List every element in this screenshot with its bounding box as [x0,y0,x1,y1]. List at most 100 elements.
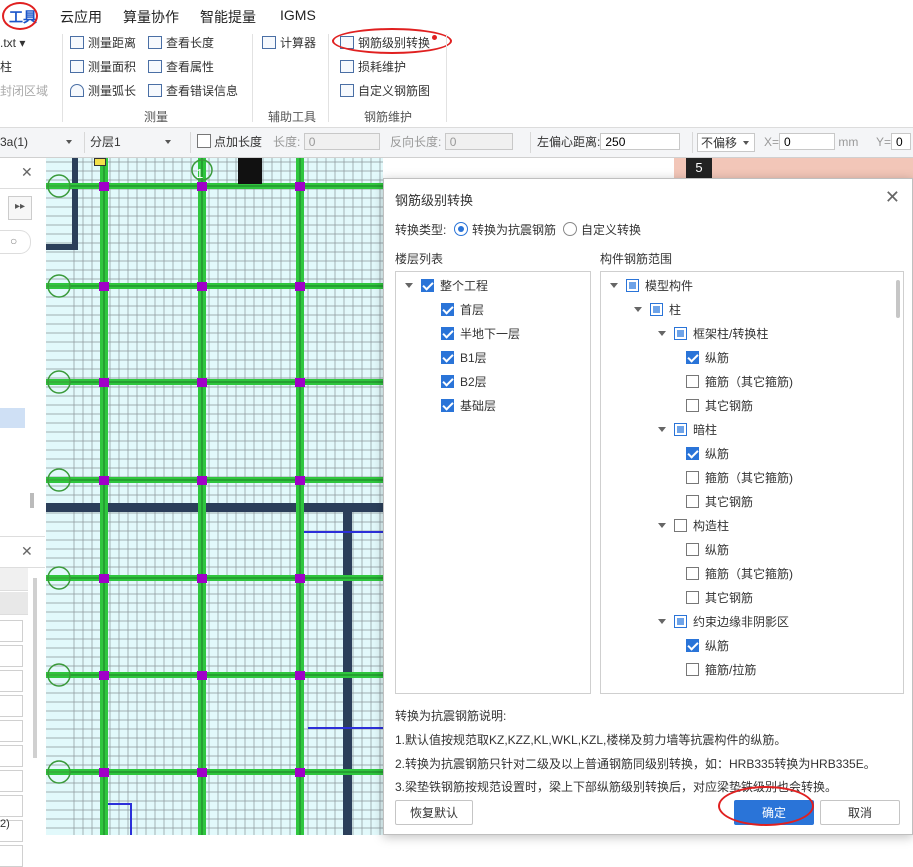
close-icon[interactable]: ✕ [885,187,900,208]
sublayer-select[interactable]: 分层1 [90,133,182,152]
x-input[interactable] [779,133,836,150]
custom-radio[interactable]: 自定义转换 [563,221,641,238]
checkbox[interactable] [686,495,699,508]
component-tree-row[interactable]: 箍筋（其它箍筋) [686,371,793,393]
checkbox[interactable] [674,615,687,628]
measure-distance-button[interactable]: 测量距离 [70,34,136,52]
property-row[interactable] [0,670,23,692]
menu-cloud-app[interactable]: 云应用 [60,7,102,27]
layer-select[interactable]: 3a(1) [0,133,80,152]
floor-row[interactable]: B1层 [441,347,487,369]
loss-maintenance-button[interactable]: 损耗维护 [340,58,406,76]
expand-arrow-icon[interactable] [405,283,413,288]
component-tree-row[interactable]: 箍筋（其它箍筋) [686,563,793,585]
ribbon-closed-area-item[interactable]: 封闭区域 [0,82,48,100]
expand-icon[interactable]: ▸▸ [8,196,32,220]
checkbox[interactable] [441,327,454,340]
restore-default-button[interactable]: 恢复默认 [395,800,473,825]
checkbox[interactable] [674,519,687,532]
component-tree-row[interactable]: 纵筋 [686,443,729,465]
expand-arrow-icon[interactable] [658,427,666,432]
property-row[interactable] [0,720,23,742]
expand-arrow-icon[interactable] [658,523,666,528]
measure-arc-button[interactable]: 测量弧长 [70,82,136,100]
cancel-button[interactable]: 取消 [820,800,900,825]
checkbox[interactable] [686,447,699,460]
checkbox[interactable] [674,327,687,340]
search-input[interactable]: ○ [0,230,31,254]
seismic-radio[interactable]: 转换为抗震钢筋 [454,221,556,238]
checkbox[interactable] [441,351,454,364]
left-offset-input[interactable] [600,133,681,150]
component-tree-row[interactable]: 箍筋/拉筋 [686,659,756,681]
checkbox[interactable] [686,471,699,484]
property-row[interactable] [0,770,23,792]
view-errors-button[interactable]: 查看错误信息 [148,82,238,100]
checkbox[interactable] [650,303,663,316]
floor-root-row[interactable]: 整个工程 [405,275,488,297]
checkbox[interactable] [626,279,639,292]
ribbon-column-item[interactable]: 柱 [0,58,12,76]
expand-arrow-icon[interactable] [658,331,666,336]
component-tree-row[interactable]: 纵筋 [686,539,729,561]
selected-list-item[interactable] [0,408,25,428]
offset-select[interactable]: 不偏移 [697,133,755,152]
scrollbar-thumb[interactable] [30,493,34,508]
y-input[interactable] [891,133,912,150]
checkbox[interactable] [441,303,454,316]
view-length-button[interactable]: 查看长度 [148,34,214,52]
scrollbar-thumb[interactable] [33,578,37,758]
checkbox[interactable] [686,543,699,556]
floor-row[interactable]: B2层 [441,371,487,393]
checkbox[interactable] [674,423,687,436]
property-row[interactable] [0,795,23,817]
floor-row[interactable]: 首层 [441,299,484,321]
measure-area-button[interactable]: 测量面积 [70,58,136,76]
checkbox[interactable] [441,375,454,388]
view-properties-button[interactable]: 查看属性 [148,58,214,76]
component-tree-row[interactable]: 其它钢筋 [686,587,753,609]
component-tree-row[interactable]: 箍筋（其它箍筋) [686,467,793,489]
property-row[interactable] [0,745,23,767]
property-row[interactable] [0,845,23,867]
menu-igms[interactable]: IGMS [280,7,316,23]
component-tree-row[interactable]: 框架柱/转换柱 [658,323,768,345]
checkbox[interactable] [421,279,434,292]
component-tree-row[interactable]: 构造柱 [658,515,729,537]
property-row[interactable] [0,645,23,667]
checkbox[interactable] [686,375,699,388]
component-tree-row[interactable]: 模型构件 [610,275,693,297]
custom-rebar-diagram-button[interactable]: 自定义钢筋图 [340,82,430,100]
expand-arrow-icon[interactable] [610,283,618,288]
component-tree-row[interactable]: 纵筋 [686,347,729,369]
component-tree-row[interactable]: 其它钢筋 [686,395,753,417]
menu-smart-extract[interactable]: 智能提量 [200,7,256,27]
floor-row[interactable]: 基础层 [441,395,496,417]
calculator-button[interactable]: 计算器 [262,34,316,52]
expand-arrow-icon[interactable] [658,619,666,624]
length-input[interactable] [303,133,380,150]
checkbox[interactable] [686,639,699,652]
checkbox[interactable] [441,399,454,412]
component-tree[interactable]: 模型构件柱框架柱/转换柱 纵筋 箍筋（其它箍筋) 其它钢筋 暗柱 纵筋 箍筋（其它箍筋) 其它… [600,271,904,694]
component-tree-row[interactable]: 约束边缘非阴影区 [658,611,789,633]
expand-arrow-icon[interactable] [634,307,642,312]
drawing-canvas[interactable]: 1 [46,158,383,835]
checkbox[interactable] [686,663,699,676]
component-tree-row[interactable]: 纵筋 [686,635,729,657]
floor-row[interactable]: 半地下一层 [441,323,520,345]
close-icon[interactable]: ✕ [21,543,33,560]
component-tree-row[interactable]: 暗柱 [658,419,717,441]
component-tree-row[interactable]: 柱 [634,299,681,321]
property-row[interactable] [0,695,23,717]
floor-list[interactable]: 整个工程 首层 半地下一层 B1层 B2层 基础层 [395,271,591,694]
checkbox[interactable] [686,567,699,580]
menu-collab[interactable]: 算量协作 [123,7,179,27]
reverse-length-input[interactable] [444,133,513,150]
close-icon[interactable]: ✕ [21,164,33,181]
point-length-checkbox[interactable]: 点加长度 [197,133,262,152]
property-row[interactable] [0,620,23,642]
component-tree-row[interactable]: 其它钢筋 [686,491,753,513]
checkbox[interactable] [686,399,699,412]
checkbox[interactable] [686,591,699,604]
